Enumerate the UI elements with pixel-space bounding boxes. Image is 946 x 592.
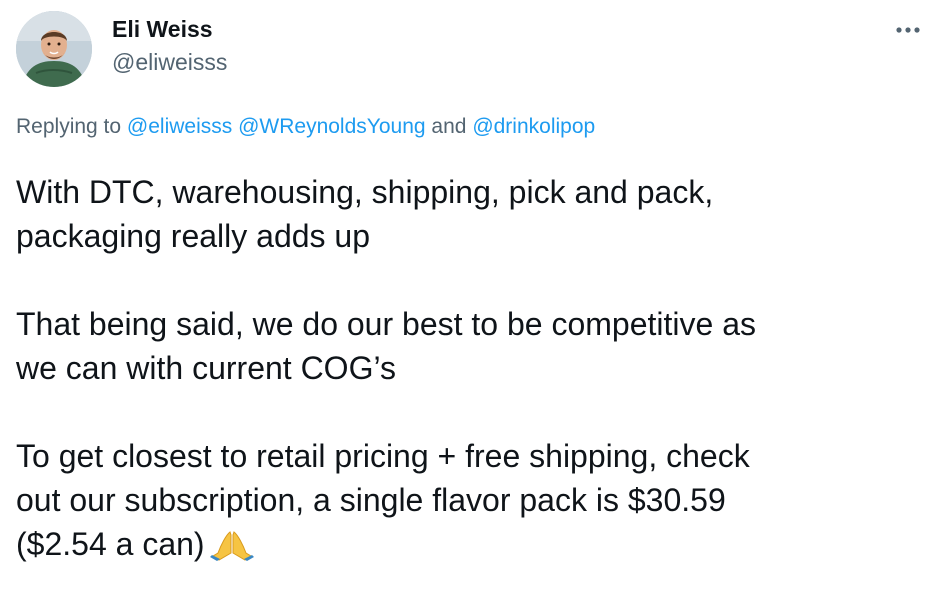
avatar-image — [16, 11, 92, 87]
author-name[interactable]: Eli Weiss — [112, 16, 213, 43]
author-handle[interactable]: @eliweisss — [112, 49, 227, 76]
tweet-paragraph: With DTC, warehousing, shipping, pick an… — [16, 174, 714, 254]
tweet-paragraph-with-emoji: To get closest to retail pricing + free … — [16, 434, 916, 572]
avatar[interactable] — [16, 11, 92, 87]
more-options-button[interactable] — [888, 18, 928, 42]
tweet-paragraph: That being said, we do our best to be co… — [16, 306, 756, 386]
mention-link[interactable]: @WReynoldsYoung — [238, 115, 425, 138]
mention-link[interactable]: @drinkolipop — [472, 115, 595, 138]
tweet-card: Eli Weiss @eliweisss Replying to @eliwei… — [0, 0, 946, 592]
more-horizontal-icon — [896, 27, 920, 33]
replying-to-line: Replying to @eliweisss @WReynoldsYoung a… — [16, 115, 595, 139]
mention-link[interactable]: @eliweisss — [127, 115, 232, 138]
replying-to-prefix: Replying to — [16, 115, 122, 138]
tweet-text: With DTC, warehousing, shipping, pick an… — [16, 170, 916, 572]
folded-hands-icon — [209, 528, 255, 572]
replying-to-joiner: and — [431, 115, 467, 138]
tweet-paragraph: To get closest to retail pricing + free … — [16, 438, 750, 562]
